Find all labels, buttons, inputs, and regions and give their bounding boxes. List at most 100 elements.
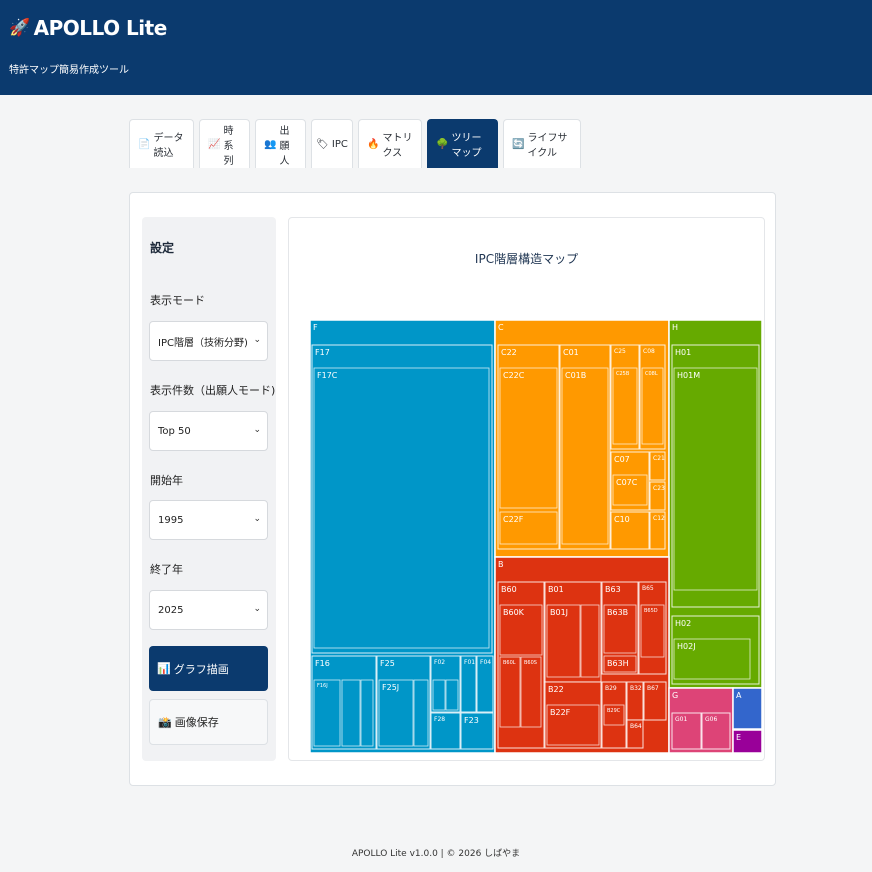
treemap-label-B22: B22 [548,685,564,694]
treemap-label-C25: C25 [614,348,626,355]
treemap-cell-F02M [432,679,446,711]
treemap-label-F17: F17 [315,348,330,357]
treemap-cell-F02C [445,679,459,711]
treemap-label-C22C: C22C [503,371,525,380]
treemap-label-B64: B64 [630,723,642,730]
treemap-cell-C08L [641,367,664,445]
tab-timeseries[interactable]: 📈 時系列 [199,119,250,168]
treemap-label-F23: F23 [464,716,479,725]
treemap-label-F25: F25 [380,659,395,668]
treemap-label-C01B: C01B [565,371,586,380]
fire-icon: 🔥 [367,138,380,150]
treemap-label-B63: B63 [605,585,621,594]
treemap-label-H: H [672,323,678,332]
treemap-label-H01: H01 [675,348,691,357]
app-title-text: APOLLO Lite [33,16,168,40]
save-image-button[interactable]: 📸 画像保存 [149,699,268,745]
treemap-label-C01: C01 [563,348,579,357]
treemap-label-H02: H02 [675,619,691,628]
tab-data-load[interactable]: 📄 データ読込 [129,119,194,168]
treemap-cell-C01B [561,367,609,545]
treemap-label-F17C: F17C [317,371,338,380]
tab-label: マトリクス [382,133,413,159]
tab-label: ライフサイクル [527,133,568,159]
treemap-label-C: C [498,323,504,332]
treemap-label-B60S: B60S [524,660,537,666]
count-select[interactable]: Top 50 ⌄ [149,411,268,451]
cycle-icon: 🔄 [512,138,525,150]
people-icon: 👥 [264,138,277,150]
treemap-label-B63H: B63H [607,659,629,668]
tab-matrix[interactable]: 🔥 マトリクス [358,119,422,168]
treemap-label-F16J: F16J [317,683,328,689]
display-mode-select[interactable]: IPC階層（技術分野) ⌄ [149,321,268,361]
treemap-cell-B60L [499,656,521,728]
treemap-label-G06: G06 [705,716,717,723]
tab-treemap[interactable]: 🌳 ツリーマップ [427,119,498,168]
start-year-select[interactable]: 1995 ⌄ [149,500,268,540]
tag-icon: 🏷 [316,138,329,150]
bar-chart-icon: 📊 [157,662,171,675]
start-year-label: 開始年 [150,474,183,487]
tree-icon: 🌳 [436,138,449,150]
treemap-label-B29: B29 [605,685,617,692]
treemap-cell-F25B [413,679,429,747]
treemap-label-B32: B32 [630,685,642,692]
treemap-label-B22F: B22F [550,708,571,717]
end-year-label: 終了年 [150,563,183,576]
tab-label: IPC [331,138,348,150]
document-icon: 📄 [138,138,151,150]
count-label: 表示件数（出願人モード) [150,384,276,397]
treemap-label-B: B [498,560,504,569]
app-header: 🚀 APOLLO Lite 特許マップ簡易作成ツール [0,0,872,95]
treemap-cell-F16L [360,679,374,747]
treemap-label-B60: B60 [501,585,517,594]
count-value: Top 50 [158,425,191,437]
treemap-label-C08: C08 [643,348,655,355]
treemap-label-F28: F28 [434,716,445,723]
treemap-label-F04: F04 [480,659,491,666]
treemap-cell-C25B [612,367,638,445]
treemap-label-C21: C21 [653,455,665,462]
app-subtitle: 特許マップ簡易作成ツール [9,65,129,76]
settings-sidebar: 設定 表示モード IPC階層（技術分野) ⌄ 表示件数（出願人モード) Top … [142,217,276,761]
tab-label: データ読込 [153,133,184,159]
tab-label: 出願人 [279,125,290,167]
display-mode-value: IPC階層（技術分野) [158,337,248,349]
treemap-cell-F16K [341,679,361,747]
app-title: 🚀 APOLLO Lite [9,16,167,40]
main-card: 設定 表示モード IPC階層（技術分野) ⌄ 表示件数（出願人モード) Top … [129,192,776,786]
display-mode-label: 表示モード [150,294,205,307]
treemap-label-C22: C22 [501,348,517,357]
tab-lifecycle[interactable]: 🔄 ライフサイクル [503,119,581,168]
treemap-label-H01M: H01M [677,371,700,380]
end-year-select[interactable]: 2025 ⌄ [149,590,268,630]
treemap-label-C12: C12 [653,515,665,522]
draw-button-label: グラフ描画 [173,662,229,676]
treemap-label-F01: F01 [464,659,475,666]
treemap-label-B01: B01 [548,585,564,594]
treemap-cell-H01M [673,367,758,591]
treemap-cell-B01D [580,604,600,678]
start-year-value: 1995 [158,514,184,526]
treemap-label-G01: G01 [675,716,687,723]
footer: APOLLO Lite v1.0.0 | © 2026 しばやま [351,849,521,859]
draw-graph-button[interactable]: 📊 グラフ描画 [149,646,268,691]
treemap-cell-B60S [520,656,542,728]
treemap-label-B01J: B01J [550,608,568,617]
treemap-panel: IPC階層構造マップ F F17 F17C F16 F16J F25 F25J F02 F28 F… [288,217,765,761]
treemap-label-F: F [313,323,318,332]
tab-label: 時系列 [223,125,234,167]
treemap-svg: F F17 F17C F16 F16J F25 F25J F02 F28 F01 F04 F23 C C2… [309,319,763,754]
save-button-label: 画像保存 [174,716,219,729]
treemap-label-G: G [672,691,678,700]
treemap-label-C08L: C08L [645,371,658,377]
tab-ipc[interactable]: 🏷 IPC [311,119,353,168]
treemap-label-A: A [736,691,742,700]
treemap-cell-F17C [313,367,490,649]
treemap-label-C07: C07 [614,455,630,464]
treemap-label-B29C: B29C [607,708,621,714]
treemap-label-B63B: B63B [607,608,628,617]
treemap-label-B65D: B65D [644,608,658,614]
tab-applicant[interactable]: 👥 出願人 [255,119,306,168]
